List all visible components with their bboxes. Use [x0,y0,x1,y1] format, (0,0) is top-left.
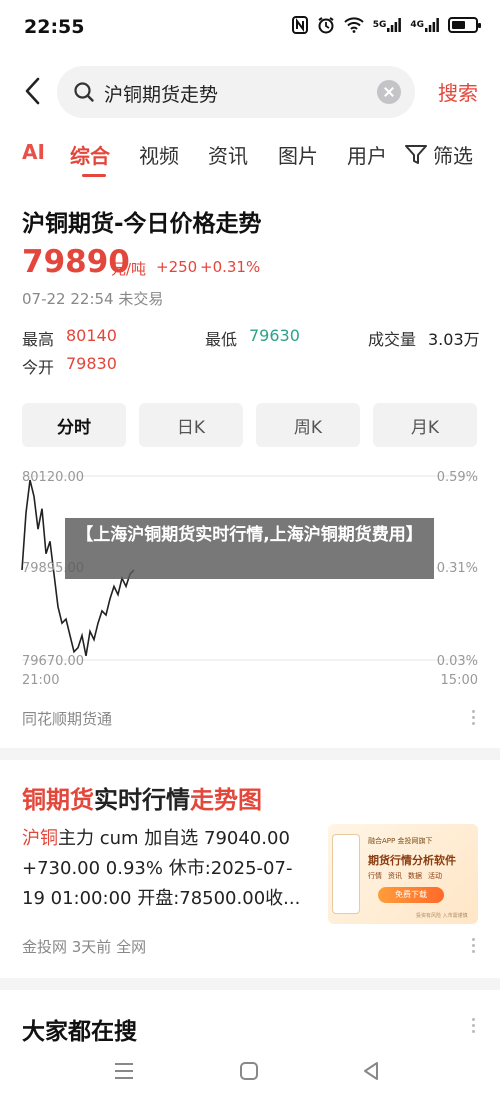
volume-value: 3.03万 [428,330,480,349]
snippet-text: 主力 cum 加自选 79040.00 +730.00 0.93% 休市:202… [22,828,301,909]
filter-icon[interactable] [404,143,428,169]
volume-label: 成交量 [368,330,417,349]
ad-headline: 期货行情分析软件 [368,854,456,867]
ad-app-line: 融合APP 金投网旗下 [368,837,433,845]
search-query: 沪铜期货走势 [104,84,219,106]
period-monthly[interactable]: 月K [373,403,477,447]
article-meta: 金投网 3天前 全网 [22,938,147,956]
signal-5g-icon: 5G [373,18,402,32]
article-title-part-a: 铜期货 [22,786,94,814]
search-header: 沪铜期货走势 搜索 [0,56,500,126]
low-value: 79630 [249,326,300,345]
status-bar: 22:55 5G 4G [0,0,500,56]
phone-illustration [332,834,360,914]
nfc-icon [291,16,308,34]
wifi-icon [343,17,364,33]
quote-card: 沪铜期货-今日价格走势 79890 元/吨 +250 +0.31% 07-22 … [0,182,500,748]
chevron-left-icon [25,77,40,105]
article-overlay-title: 【上海沪铜期货实时行情,上海沪铜期货费用】 [65,518,434,579]
tab-users[interactable]: 用户 [347,140,387,169]
ad-feature: 数据 [408,872,422,880]
article-title-part-c: 走势图 [190,786,262,814]
more-options-icon[interactable] [472,1018,476,1033]
x-tick-end: 15:00 [440,673,478,688]
more-options-icon[interactable] [472,710,476,725]
ad-download-button: 免费下载 [378,887,444,903]
price-change: +250 [156,258,198,276]
price-change-percent: +0.31% [200,258,261,276]
low-label: 最低 [205,330,238,349]
quote-title[interactable]: 沪铜期货-今日价格走势 [22,204,262,238]
article-title[interactable]: 铜期货实时行情走势图 [22,780,262,815]
search-icon [73,81,95,107]
y-tick-right-bottom: 0.03% [436,654,478,669]
alarm-icon [317,16,335,34]
tab-ai[interactable]: AI [22,140,45,164]
period-weekly[interactable]: 周K [256,403,360,447]
status-time: 22:55 [24,16,85,38]
back-button[interactable] [18,74,48,108]
signal-4g-icon: 4G [410,18,439,32]
open-label: 今开 [22,358,55,377]
ad-disclaimer: 投资有风险 入市需谨慎 [416,913,468,919]
data-source[interactable]: 同花顺期货通 [22,708,112,729]
ad-features: 行情 资讯 数据 活动 [368,871,442,881]
price-unit: 元/吨 [111,260,147,278]
home-icon[interactable] [239,1061,259,1085]
y-tick-right-top: 0.59% [436,470,478,485]
quote-timestamp: 07-22 22:54 未交易 [22,290,164,308]
search-input[interactable]: 沪铜期货走势 [57,66,415,118]
article-thumbnail[interactable]: 融合APP 金投网旗下 期货行情分析软件 行情 资讯 数据 活动 免费下载 投资… [328,824,478,924]
tab-video[interactable]: 视频 [139,140,179,169]
search-button[interactable]: 搜索 [438,77,478,106]
more-options-icon[interactable] [472,938,476,953]
y-tick-left-top: 80120.00 [22,470,85,485]
tab-all[interactable]: 综合 [70,140,110,169]
ad-feature: 行情 [368,872,382,880]
status-icons: 5G 4G [291,16,481,34]
high-label: 最高 [22,330,55,349]
back-nav-icon[interactable] [362,1061,380,1085]
tab-images[interactable]: 图片 [278,140,318,169]
battery-icon [448,17,481,33]
y-tick-left-bottom: 79670.00 [22,654,85,669]
article-title-part-b: 实时行情 [94,786,190,814]
tab-bar: AI 综合 视频 资讯 图片 用户 筛选 [0,126,500,182]
tab-news[interactable]: 资讯 [208,140,248,169]
article-snippet: 沪铜主力 cum 加自选 79040.00 +730.00 0.93% 休市:2… [22,824,304,914]
clear-icon[interactable] [377,80,401,104]
filter-button[interactable]: 筛选 [433,140,473,169]
high-value: 80140 [66,326,117,345]
active-tab-indicator [82,174,106,177]
x-tick-start: 21:00 [22,673,60,688]
period-daily[interactable]: 日K [139,403,243,447]
period-intraday[interactable]: 分时 [22,403,126,447]
ad-feature: 活动 [428,872,442,880]
article-card[interactable]: 铜期货实时行情走势图 沪铜主力 cum 加自选 79040.00 +730.00… [0,760,500,978]
related-searches-title: 大家都在搜 [22,1019,137,1045]
open-value: 79830 [66,354,117,373]
y-tick-right-mid: 0.31% [436,561,478,576]
system-nav-bar [0,1046,500,1100]
ad-feature: 资讯 [388,872,402,880]
menu-icon[interactable] [114,1062,134,1084]
snippet-highlight: 沪铜 [22,828,58,849]
